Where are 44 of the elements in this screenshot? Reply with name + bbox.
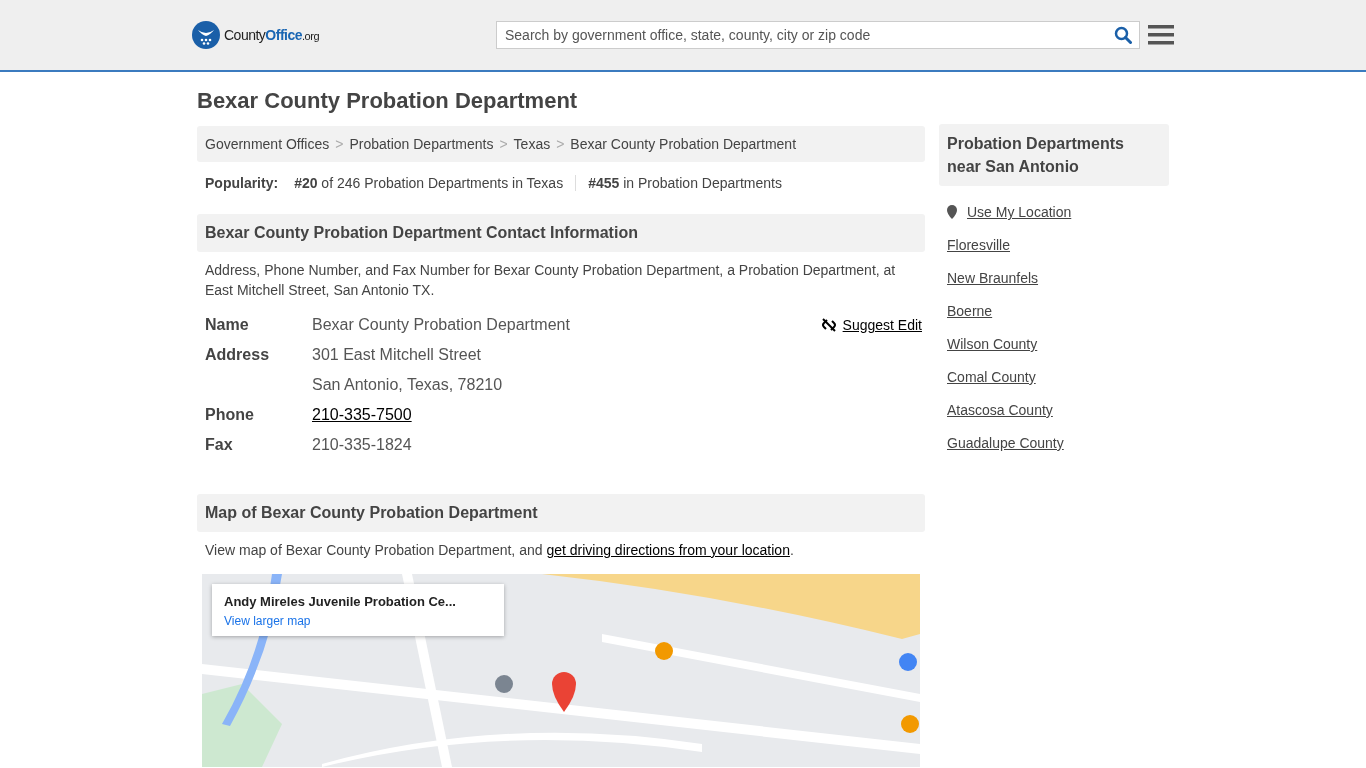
breadcrumb-link[interactable]: Bexar County Probation Department xyxy=(570,136,797,152)
field-label: Phone xyxy=(205,405,255,425)
eagle-logo-icon xyxy=(192,21,220,49)
place-name: Andy Mireles Juvenile Probation Ce... xyxy=(224,594,457,609)
nearby-link[interactable]: Comal County xyxy=(947,369,1161,385)
use-location-link[interactable]: Use My Location xyxy=(967,204,1072,220)
site-logo-text[interactable]: CountyOffice.org xyxy=(224,27,319,43)
search-field[interactable]: Search by government office, state, county, city or zip code xyxy=(496,21,1140,49)
field-label: Address xyxy=(205,345,271,365)
location-pin-icon xyxy=(947,205,957,219)
field-value: 301 East Mitchell Street xyxy=(312,345,482,365)
contact-description: Address, Phone Number, and Fax Number for Bexar County Probation Department, a Probation Department, at East Mitchell Street, San Antonio TX. xyxy=(205,261,897,300)
nearby-link[interactable]: Wilson County xyxy=(947,336,1161,352)
breadcrumb-separator: > xyxy=(335,136,344,152)
directions-link[interactable]: get driving directions from your location xyxy=(546,542,790,558)
field-label: Fax xyxy=(205,435,234,455)
broken-link-icon xyxy=(820,317,837,333)
breadcrumb-separator: > xyxy=(499,136,508,152)
popularity-rank: #455 in Probation Departments xyxy=(575,175,794,191)
field-value: 210-335-1824 xyxy=(312,435,412,455)
page-title: Bexar County Probation Department xyxy=(197,88,579,114)
popularity-rank: #20 of 246 Probation Departments in Texas xyxy=(293,175,565,191)
map-description: View map of Bexar County Probation Department, and get driving directions from your location. xyxy=(205,541,795,560)
nearby-link[interactable]: New Braunfels xyxy=(947,270,1161,286)
section-heading: Bexar County Probation Department Contact Information xyxy=(197,214,925,252)
sidebar-heading: Probation Departments near San Antonio xyxy=(939,124,1169,186)
phone-link[interactable]: 210-335-7500 xyxy=(312,400,412,430)
section-heading: Map of Bexar County Probation Department xyxy=(197,494,925,532)
suggest-edit-link[interactable]: Suggest Edit xyxy=(820,310,922,340)
breadcrumb-link[interactable]: Government Offices xyxy=(205,136,330,152)
nearby-link[interactable]: Atascosa County xyxy=(947,402,1161,418)
search-icon[interactable] xyxy=(1114,26,1132,44)
view-larger-map-link[interactable]: View larger map xyxy=(224,614,492,628)
nearby-link[interactable]: Floresville xyxy=(947,237,1161,253)
nearby-link[interactable]: Boerne xyxy=(947,303,1161,319)
field-value: San Antonio, Texas, 78210 xyxy=(312,375,503,395)
field-value: Bexar County Probation Department xyxy=(312,315,570,335)
menu-icon[interactable] xyxy=(1148,24,1174,46)
breadcrumb-link[interactable]: Probation Departments xyxy=(349,136,494,152)
field-label: Name xyxy=(205,315,250,335)
nearby-link[interactable]: Guadalupe County xyxy=(947,435,1161,451)
breadcrumb-link[interactable]: Texas xyxy=(513,136,551,152)
breadcrumb-separator: > xyxy=(556,136,565,152)
popularity-label: Popularity: xyxy=(205,175,280,191)
